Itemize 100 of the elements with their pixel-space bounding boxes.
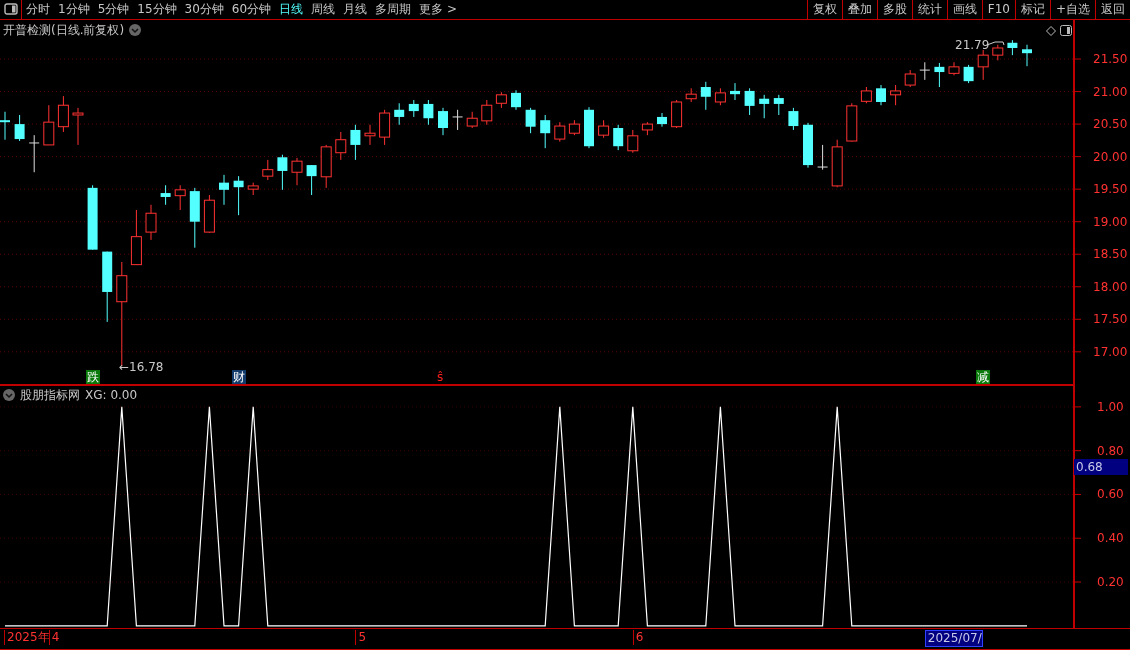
candle xyxy=(831,139,843,188)
candle xyxy=(904,69,916,88)
price-axis-label: 20.50 xyxy=(1093,117,1128,132)
candle xyxy=(233,175,244,216)
candle xyxy=(992,44,1004,61)
toolbar-button[interactable]: 复权 xyxy=(806,0,842,19)
period-tab[interactable]: 30分钟 xyxy=(180,0,228,19)
period-tab[interactable]: 多周期 xyxy=(371,0,416,19)
stock-title: 开普检测(日线.前复权) xyxy=(3,21,125,39)
candle xyxy=(72,107,84,146)
candle xyxy=(277,154,288,191)
event-marker[interactable]: ŝ xyxy=(436,369,445,384)
date-label: 2025年 xyxy=(4,630,50,646)
candle xyxy=(584,106,594,149)
toolbar-button[interactable]: 叠加 xyxy=(841,0,877,19)
price-axis-label: 21.00 xyxy=(1093,84,1128,99)
dropdown-icon[interactable] xyxy=(3,389,15,402)
candle xyxy=(554,121,566,143)
candle xyxy=(685,87,697,103)
candle xyxy=(934,62,945,88)
candle xyxy=(860,86,872,104)
candle xyxy=(219,174,229,206)
indicator-axis-label: 0.40 xyxy=(1097,531,1124,546)
candle xyxy=(657,112,667,128)
toolbar-button[interactable]: 统计 xyxy=(911,0,947,19)
indicator-axis-label: 0.80 xyxy=(1097,443,1124,458)
candle xyxy=(0,111,10,141)
candle xyxy=(14,114,25,142)
period-tab[interactable]: 更多 > xyxy=(415,0,461,19)
candle xyxy=(335,131,347,161)
candle xyxy=(495,91,507,109)
toolbar-button[interactable]: +自选 xyxy=(1049,0,1095,19)
panel-toggle-icon[interactable] xyxy=(1060,24,1072,36)
candle xyxy=(773,94,784,116)
candle xyxy=(481,99,493,126)
candle xyxy=(262,159,274,181)
toolbar-button[interactable]: 多股 xyxy=(876,0,912,19)
toolbar-button[interactable]: F10 xyxy=(981,0,1015,19)
date-label: 2025/07/ xyxy=(924,630,983,648)
event-marker[interactable]: 减 xyxy=(976,369,991,384)
date-label: 6 xyxy=(632,630,644,646)
candle xyxy=(671,99,683,129)
period-tab[interactable]: 日线 xyxy=(275,0,308,19)
dropdown-icon[interactable] xyxy=(129,24,142,37)
candle xyxy=(511,89,521,111)
candle xyxy=(613,124,624,151)
period-tab[interactable]: 周线 xyxy=(307,0,340,19)
price-axis-label: 19.00 xyxy=(1093,214,1128,229)
candle xyxy=(817,144,829,171)
value-tag: 0.68 xyxy=(1074,458,1128,475)
candle xyxy=(700,81,711,111)
candle xyxy=(1007,39,1018,56)
candle xyxy=(1022,44,1032,67)
candle xyxy=(788,107,799,131)
period-tab[interactable]: 月线 xyxy=(339,0,372,19)
price-axis-label: 20.00 xyxy=(1093,149,1128,164)
date-label: 4 xyxy=(48,630,60,646)
candle xyxy=(438,107,448,136)
candle xyxy=(466,111,478,129)
period-tab[interactable]: 60分钟 xyxy=(227,0,276,19)
period-tab[interactable]: 5分钟 xyxy=(93,0,134,19)
event-marker[interactable]: 跌 xyxy=(85,369,100,384)
candle xyxy=(977,49,989,81)
candle xyxy=(350,124,361,161)
candle xyxy=(744,87,755,116)
period-tab[interactable]: 1分钟 xyxy=(54,0,94,19)
diamond-icon[interactable] xyxy=(1046,25,1056,36)
candle xyxy=(568,119,580,136)
candle xyxy=(730,82,740,101)
candle xyxy=(714,87,726,106)
candle xyxy=(627,129,639,154)
indicator-axis-label: 0.60 xyxy=(1097,487,1124,502)
date-label: 5 xyxy=(355,630,367,646)
candle xyxy=(306,164,317,196)
event-marker[interactable]: 财 xyxy=(231,369,246,384)
candle xyxy=(846,102,858,143)
price-axis-label: 19.50 xyxy=(1093,182,1128,197)
price-axis-label: 17.50 xyxy=(1093,312,1128,327)
candle xyxy=(803,122,813,169)
candle xyxy=(364,124,376,146)
candle xyxy=(408,99,419,118)
toolbar-button[interactable]: 画线 xyxy=(946,0,982,19)
candle xyxy=(540,114,551,149)
toolbar-button[interactable]: 标记 xyxy=(1014,0,1050,19)
toolbar-button[interactable]: 返回 xyxy=(1095,0,1130,19)
candle xyxy=(102,251,113,323)
period-tab[interactable]: 分时 xyxy=(22,0,54,19)
candle xyxy=(87,184,98,251)
candle xyxy=(876,84,886,106)
candle xyxy=(759,94,770,119)
candle xyxy=(948,61,960,76)
candle xyxy=(57,95,69,133)
candle xyxy=(598,119,610,139)
price-axis-label: 21.50 xyxy=(1093,51,1128,66)
period-tab[interactable]: 15分钟 xyxy=(133,0,181,19)
candle xyxy=(247,182,259,196)
candle xyxy=(28,134,40,173)
candle xyxy=(130,209,142,266)
indicator-axis-label: 0.20 xyxy=(1097,574,1124,589)
indicator-title: 股朋指标网 xyxy=(20,386,80,404)
